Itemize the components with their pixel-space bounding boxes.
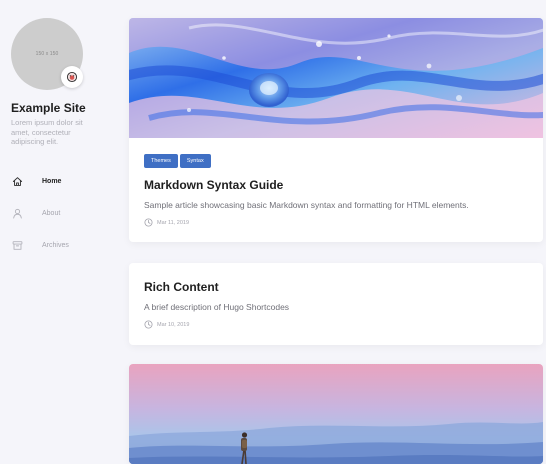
home-icon <box>11 175 23 187</box>
emoji-badge <box>61 66 83 88</box>
article-meta: Mar 11, 2019 <box>144 218 189 227</box>
article-date: Mar 10, 2019 <box>157 321 190 328</box>
site-description: Lorem ipsum dolor sit amet, consectetur … <box>11 118 83 146</box>
emoji-icon <box>66 71 78 83</box>
article-description: A brief description of Hugo Shortcodes <box>144 302 290 312</box>
archive-icon <box>11 239 23 251</box>
menu-item-about[interactable]: About <box>11 205 60 221</box>
tag-themes[interactable]: Themes <box>144 154 178 168</box>
sidebar: 150 x 150 Example Site Lorem ipsum dolor… <box>0 0 118 455</box>
article-title[interactable]: Markdown Syntax Guide <box>144 178 283 192</box>
article-card-markdown-syntax[interactable]: Themes Syntax Markdown Syntax Guide Samp… <box>129 18 543 242</box>
clock-icon <box>144 320 153 329</box>
article-card-landscape[interactable] <box>129 364 543 464</box>
article-cover-image[interactable] <box>129 18 543 138</box>
tag-syntax[interactable]: Syntax <box>179 154 211 168</box>
article-title[interactable]: Rich Content <box>144 280 219 294</box>
tag-list: Themes Syntax <box>144 154 211 168</box>
article-date: Mar 11, 2019 <box>157 219 190 226</box>
clock-icon <box>144 218 153 227</box>
menu-label-home: Home <box>42 177 62 185</box>
article-meta: Mar 10, 2019 <box>144 320 189 329</box>
avatar-placeholder-text: 150 x 150 <box>35 51 59 57</box>
site-title[interactable]: Example Site <box>11 101 86 115</box>
menu-label-about: About <box>42 209 61 217</box>
menu-label-archives: Archives <box>42 241 69 249</box>
article-card-rich-content[interactable]: Rich Content A brief description of Hugo… <box>129 263 543 345</box>
menu-item-home[interactable]: Home <box>11 173 61 189</box>
menu-item-archives[interactable]: Archives <box>11 237 69 253</box>
article-description: Sample article showcasing basic Markdown… <box>144 200 469 210</box>
article-cover-image[interactable] <box>129 364 543 464</box>
avatar-container: 150 x 150 <box>11 18 83 90</box>
user-icon <box>11 207 23 219</box>
